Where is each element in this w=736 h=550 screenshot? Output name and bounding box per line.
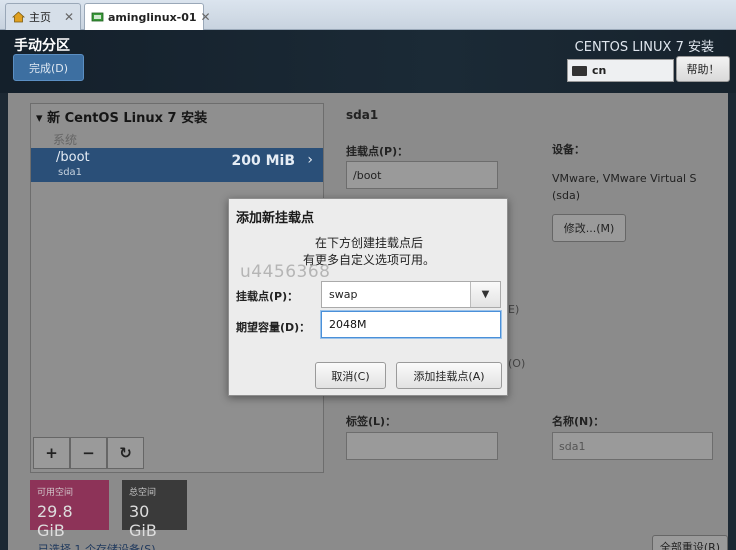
partition-toolbar: + − ↻ — [33, 437, 144, 469]
close-icon[interactable]: ✕ — [201, 10, 211, 24]
home-icon — [11, 11, 26, 23]
dialog-mount-point-label: 挂载点(P)： — [236, 290, 299, 303]
available-space-badge: 可用空间 29.8 GiB — [30, 480, 109, 540]
device-value: VMware, VMware Virtual S (sda) — [552, 172, 697, 202]
device-label: 设备： — [552, 143, 585, 156]
keyboard-icon — [572, 65, 587, 76]
tab-vm[interactable]: aminglinux-01 ✕ — [84, 3, 211, 30]
add-partition-button[interactable]: + — [33, 437, 70, 469]
chevron-right-icon: › — [307, 152, 313, 168]
tag-label: 标签(L)： — [346, 415, 397, 428]
system-group-label: 系统 — [53, 133, 78, 147]
page-title: 手动分区 — [14, 38, 70, 54]
tab-strip: 主页 ✕ aminglinux-01 ✕ — [0, 0, 736, 30]
remove-partition-button[interactable]: − — [70, 437, 107, 469]
name-field[interactable]: sda1 — [552, 432, 713, 460]
done-button[interactable]: 完成(D) — [13, 54, 84, 81]
installer-header: 手动分区 完成(D) CENTOS LINUX 7 安装 cn 帮助！ — [0, 30, 736, 93]
keyboard-layout-indicator[interactable]: cn — [567, 59, 674, 82]
total-space-badge: 总空间 30 GiB — [122, 480, 187, 540]
keyboard-layout-label: cn — [592, 64, 607, 77]
partition-mount: /boot — [56, 150, 90, 165]
dialog-capacity-label: 期望容量(D)： — [236, 321, 311, 334]
dialog-title: 添加新挂载点 — [236, 211, 315, 226]
desired-capacity-input[interactable]: 2048M — [321, 311, 501, 338]
partition-size: 200 MiB — [231, 153, 296, 169]
partial-label-o: (O) — [508, 357, 526, 370]
mount-point-field[interactable]: /boot — [346, 161, 498, 189]
mount-point-select-value: swap — [329, 288, 358, 301]
reset-all-button[interactable]: 全部重设(R) — [652, 535, 728, 550]
partition-row-selected[interactable]: /boot sda1 200 MiB › — [31, 148, 323, 182]
add-mount-point-button[interactable]: 添加挂载点(A) — [396, 362, 502, 389]
tag-field[interactable] — [346, 432, 498, 460]
reload-icon[interactable]: ↻ — [107, 437, 144, 469]
watermark-text: u4456368 — [240, 262, 331, 282]
expand-arrow-icon: ▾ — [36, 111, 48, 126]
cancel-button[interactable]: 取消(C) — [315, 362, 386, 389]
product-title: CENTOS LINUX 7 安装 — [574, 40, 714, 55]
help-button[interactable]: 帮助！ — [676, 56, 730, 82]
modify-button[interactable]: 修改...(M) — [552, 214, 626, 242]
mount-point-select[interactable]: swap ▼ — [321, 281, 501, 308]
partition-detail-title: sda1 — [346, 108, 379, 122]
close-icon[interactable]: ✕ — [64, 10, 74, 24]
tab-home[interactable]: 主页 ✕ — [5, 3, 81, 30]
partial-label-e: E) — [508, 303, 520, 316]
tab-vm-label: aminglinux-01 — [108, 10, 197, 24]
vm-icon — [91, 11, 104, 23]
install-group-title[interactable]: ▾ 新 CentOS Linux 7 安装 — [36, 107, 207, 126]
tab-home-label: 主页 — [29, 11, 51, 24]
mount-point-label: 挂载点(P)： — [346, 145, 409, 158]
dropdown-arrow-icon[interactable]: ▼ — [470, 282, 500, 307]
add-mount-point-dialog: 添加新挂载点 在下方创建挂载点后 有更多自定义选项可用。 挂载点(P)： swa… — [228, 198, 508, 396]
name-label: 名称(N)： — [552, 415, 605, 428]
partition-device: sda1 — [58, 167, 83, 178]
selected-devices-link[interactable]: 已选择 1 个存储设备(S) — [38, 541, 156, 550]
